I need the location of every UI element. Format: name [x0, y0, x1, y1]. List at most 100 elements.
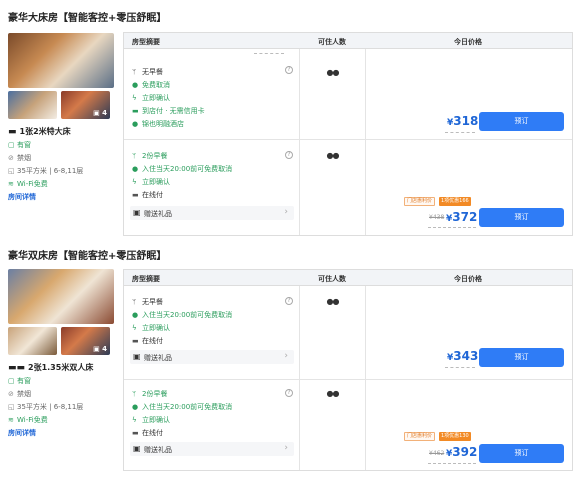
price-underline	[428, 227, 476, 228]
price-underline	[428, 463, 476, 464]
help-icon[interactable]: ?	[285, 297, 293, 305]
room-photo-thumb[interactable]: ▣ 4	[61, 91, 110, 119]
discount-tag: 门店惠利价	[404, 197, 436, 206]
rate-occupancy: ●●	[300, 380, 366, 470]
utensils-icon: ᛘ	[132, 390, 137, 398]
gift-label: 赠送礼品	[144, 210, 172, 218]
room-details-link[interactable]: 房间详情	[8, 428, 36, 438]
policy-confirm: ϟ 立即确认	[132, 415, 170, 425]
policy-cancel: ● 入住当天20:00前可免费取消	[132, 310, 232, 320]
lightning-icon: ϟ	[132, 94, 137, 102]
room-photo-main[interactable]	[8, 33, 114, 88]
area-icon: ◱	[8, 403, 15, 411]
policy-payment: ▬ 在线付	[132, 428, 163, 438]
price-value: ¥318	[447, 114, 478, 128]
policy-payment: ▬ 在线付	[132, 190, 163, 200]
wifi-icon: ≋	[8, 416, 14, 424]
bed-type-label: 2张1.35米双人床	[28, 363, 94, 372]
policy-text: 立即确认	[142, 324, 170, 332]
policy-text: 无早餐	[142, 298, 163, 306]
gift-row[interactable]: ▣ 赠送礼品 ›	[130, 442, 294, 456]
feature-label: 有窗	[17, 141, 31, 149]
utensils-icon: ᛘ	[132, 298, 137, 306]
policy-text: 无早餐	[142, 68, 163, 76]
rate-table: 房型摘要 可住人数 今日价格 ᛘ 无早餐 ? ● 入住当天20:00前可免费取消 ϟ…	[123, 269, 573, 471]
policy-meal: ᛘ 2份早餐	[132, 389, 167, 399]
policy-text: 入住当天20:00前可免费取消	[142, 165, 233, 173]
policy-text: 入住当天20:00前可免费取消	[142, 403, 233, 411]
photo-count: ▣ 4	[93, 109, 107, 117]
room-photo-thumb[interactable]: ▣ 4	[61, 327, 110, 355]
rate-policy: ᛘ 2份早餐 ? ● 入住当天20:00前可免费取消 ϟ 立即确认 ▬ 在线付 ▣ 赠送礼…	[124, 140, 300, 235]
header-policy: 房型摘要	[132, 275, 160, 283]
gift-row[interactable]: ▣ 赠送礼品 ›	[130, 350, 294, 364]
feature-area: ◱ 35平方米 | 6-8,11层	[8, 166, 83, 176]
room-title: 豪华大床房【智能客控+零压舒眠】	[8, 13, 167, 24]
window-icon: ▢	[8, 377, 15, 385]
divider	[254, 53, 284, 54]
book-button[interactable]: 预订	[479, 112, 564, 131]
chevron-right-icon: ›	[284, 207, 288, 217]
header-price: 今日价格	[454, 38, 482, 46]
rate-price: 门店惠利价 1项优惠130 ¥462 ¥392 预订	[366, 380, 574, 470]
rate-price: 门店惠利价 1项优惠166 ¥438 ¥372 预订	[366, 140, 574, 235]
gift-icon: ▣	[133, 208, 141, 217]
no-smoking-icon: ⊘	[8, 154, 14, 162]
policy-text: 2份早餐	[142, 390, 168, 398]
camera-icon: ▣	[93, 345, 100, 353]
feature-smoking: ⊘ 禁烟	[8, 153, 31, 163]
photo-count-value: 4	[102, 109, 107, 117]
feature-label: 禁烟	[17, 390, 31, 398]
policy-hotel: ● 锦也明融酒店	[132, 119, 184, 129]
room-photo-main[interactable]	[8, 269, 114, 324]
check-circle-icon: ●	[132, 120, 139, 128]
bed-type: ▬▬ 2张1.35米双人床	[8, 362, 93, 373]
two-people-icon: ●●	[326, 389, 340, 398]
rate-occupancy: ●●	[300, 140, 366, 235]
help-icon[interactable]: ?	[285, 389, 293, 397]
chevron-right-icon: ›	[284, 443, 288, 453]
header-policy: 房型摘要	[132, 38, 160, 46]
bed-icon: ▬▬	[8, 363, 26, 373]
feature-label: 禁烟	[17, 154, 31, 162]
discount-tag: 门店惠利价	[404, 432, 436, 441]
feature-window: ▢ 有窗	[8, 140, 31, 150]
utensils-icon: ᛘ	[132, 152, 137, 160]
photo-count: ▣ 4	[93, 345, 107, 353]
rate-policy: ᛘ 无早餐 ? ● 免费取消 ϟ 立即确认 ▬ 到店付 · 无需信用卡 ● 锦也明融酒店	[124, 49, 300, 139]
policy-text: 立即确认	[142, 416, 170, 424]
wifi-icon: ≋	[8, 180, 14, 188]
help-icon[interactable]: ?	[285, 66, 293, 74]
price-value: ¥372	[446, 210, 477, 224]
two-people-icon: ●●	[326, 297, 340, 306]
policy-meal: ᛘ 无早餐	[132, 297, 163, 307]
price-amount: 392	[452, 445, 478, 459]
policy-text: 立即确认	[142, 178, 170, 186]
two-people-icon: ●●	[326, 151, 340, 160]
feature-area: ◱ 35平方米 | 6-8,11层	[8, 402, 83, 412]
gift-label: 赠送礼品	[144, 446, 172, 454]
room-photo-thumb[interactable]	[8, 91, 57, 119]
policy-cancel: ● 入住当天20:00前可免费取消	[132, 164, 232, 174]
bed-type: ▬ 1张2米特大床	[8, 126, 71, 137]
lightning-icon: ϟ	[132, 178, 137, 186]
policy-text: 在线付	[142, 429, 163, 437]
feature-label: 35平方米 | 6-8,11层	[17, 167, 84, 175]
gift-row[interactable]: ▣ 赠送礼品 ›	[130, 206, 294, 220]
check-circle-icon: ●	[132, 311, 139, 319]
check-circle-icon: ●	[132, 81, 139, 89]
book-button[interactable]: 预订	[479, 348, 564, 367]
gift-icon: ▣	[133, 352, 141, 361]
lightning-icon: ϟ	[132, 416, 137, 424]
discount-badge[interactable]: 1项优惠130	[439, 432, 471, 441]
discount-badge[interactable]: 1项优惠166	[439, 197, 471, 206]
feature-label: Wi-Fi免费	[17, 416, 48, 424]
book-button[interactable]: 预订	[479, 444, 564, 463]
area-icon: ◱	[8, 167, 15, 175]
book-button[interactable]: 预订	[479, 208, 564, 227]
policy-confirm: ϟ 立即确认	[132, 93, 170, 103]
header-price: 今日价格	[454, 275, 482, 283]
room-details-link[interactable]: 房间详情	[8, 192, 36, 202]
room-photo-thumb[interactable]	[8, 327, 57, 355]
help-icon[interactable]: ?	[285, 151, 293, 159]
